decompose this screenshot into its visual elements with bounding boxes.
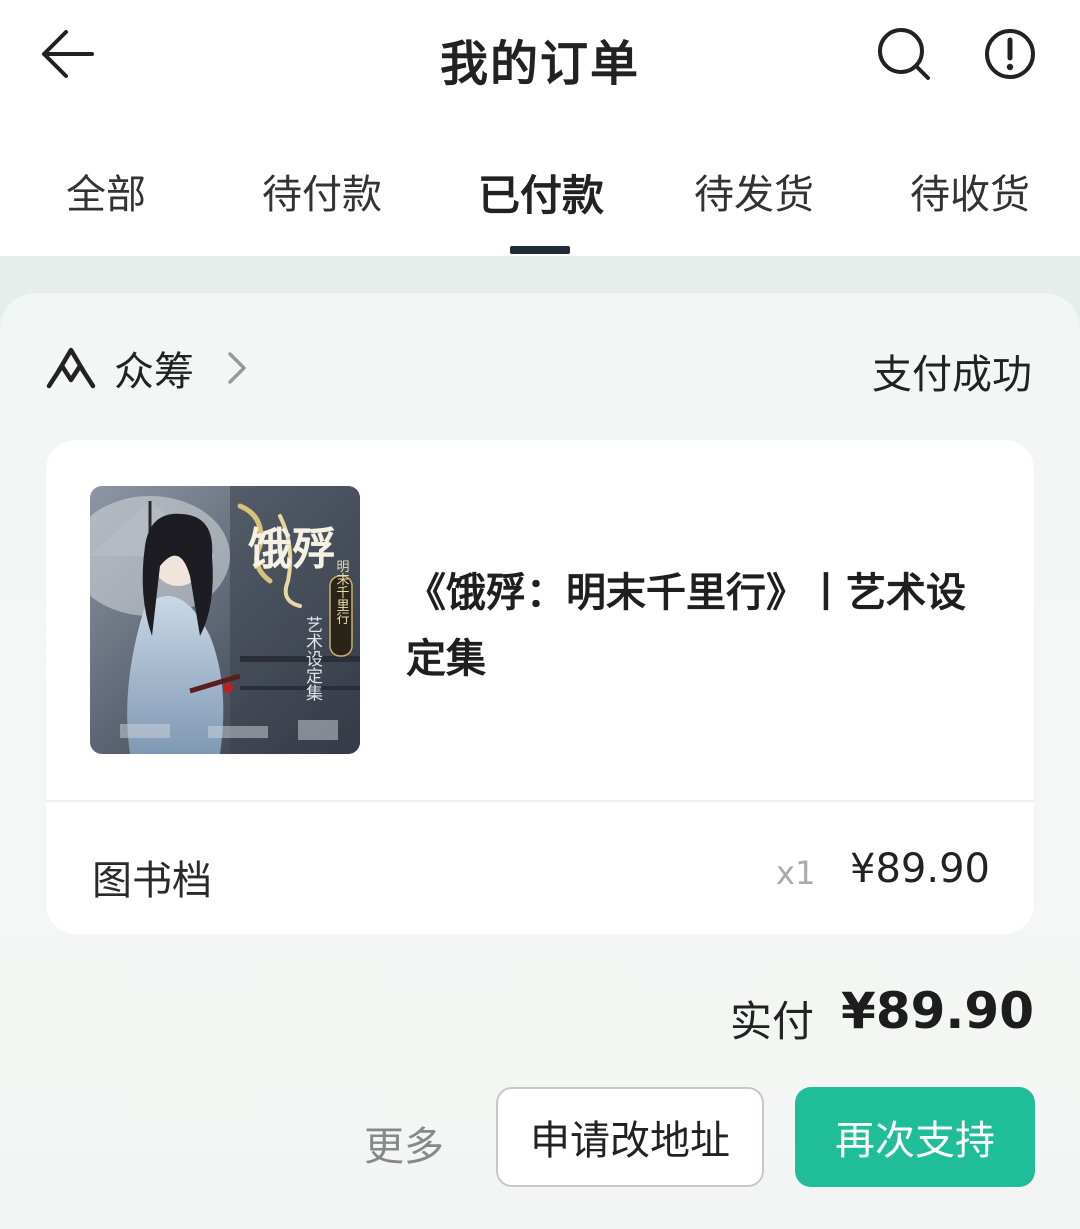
studio-logo	[298, 720, 338, 740]
paid-label: 实付	[730, 997, 815, 1046]
tab-all[interactable]: 全部	[66, 162, 146, 220]
tab-pending-payment[interactable]: 待付款	[262, 162, 382, 220]
tab-indicator	[510, 246, 570, 254]
product-cover-image: 饿殍 明末千里行 艺术设定集	[90, 486, 360, 754]
info-circle-icon	[985, 29, 1035, 79]
product-quantity: x1	[776, 854, 816, 892]
header-bar: 我的订单	[0, 0, 1080, 112]
tab-paid[interactable]: 已付款	[478, 162, 604, 223]
tab-pending-receipt[interactable]: 待收货	[910, 162, 1030, 220]
cover-title-calligraphy: 饿殍	[248, 524, 336, 575]
paid-amount: ¥89.90	[841, 982, 1034, 1040]
more-button[interactable]: 更多	[364, 1114, 444, 1172]
support-again-button[interactable]: 再次支持	[795, 1087, 1035, 1187]
cover-caption: 艺术设定集	[302, 616, 323, 701]
publisher-logo-2	[208, 726, 268, 738]
search-button[interactable]	[874, 24, 934, 84]
shop-link[interactable]: 众筹	[44, 340, 252, 396]
change-address-button[interactable]: 申请改地址	[496, 1087, 764, 1187]
product-spec: 图书档	[92, 858, 212, 904]
order-status-tabs: 全部 待付款 已付款 待发货 待收货	[0, 112, 1080, 256]
crowdfunding-logo-icon	[46, 347, 96, 389]
info-button[interactable]	[980, 24, 1040, 84]
item-divider	[46, 800, 1034, 802]
chevron-right-icon	[228, 352, 246, 384]
publisher-logo	[120, 724, 170, 738]
tab-pending-shipment[interactable]: 待发货	[694, 162, 814, 220]
search-icon	[878, 28, 930, 80]
cover-subtitle: 明末千里行	[334, 560, 350, 626]
shop-name: 众筹	[114, 349, 194, 395]
product-price: ¥89.90	[850, 846, 990, 892]
order-status: 支付成功	[872, 352, 1032, 398]
product-title: 《饿殍：明末千里行》丨艺术设定集	[406, 570, 966, 682]
